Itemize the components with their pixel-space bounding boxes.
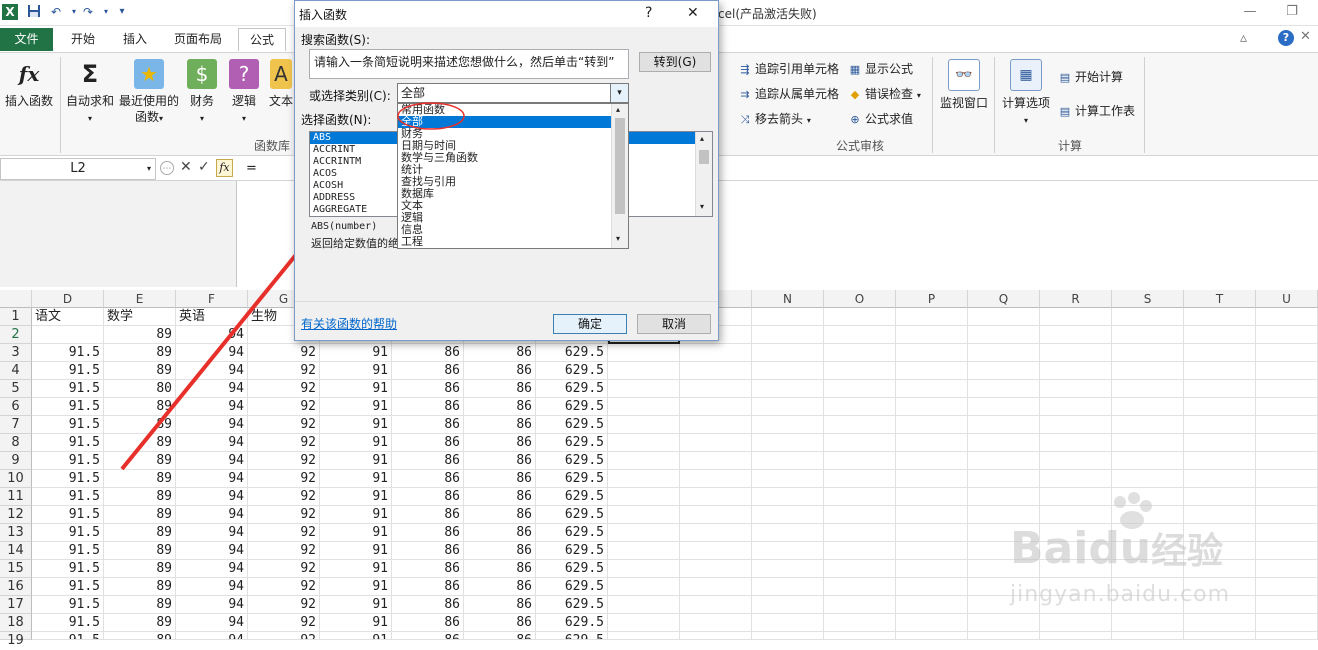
baidu-watermark: Baidu经验 jingyan.baidu.com	[1010, 490, 1310, 630]
category-option[interactable]: 文本	[398, 200, 628, 212]
function-description: 返回给定数值的绝	[311, 237, 399, 250]
insert-function-dialog: 插入函数 ? ✕ 搜索函数(S): 请输入一条简短说明来描述您想做什么，然后单击…	[294, 0, 719, 341]
chevron-down-icon[interactable]: ▾	[616, 234, 620, 243]
category-option[interactable]: 工程	[398, 236, 628, 248]
search-input[interactable]: 请输入一条简短说明来描述您想做什么，然后单击“转到”	[309, 49, 629, 79]
cancel-button[interactable]: 取消	[637, 314, 711, 334]
divider	[295, 301, 718, 302]
category-dropdown-scrollbar[interactable]: ▴ ▾	[611, 104, 628, 248]
chevron-down-icon[interactable]: ▾	[610, 84, 628, 102]
dialog-titlebar: 插入函数 ? ✕	[295, 1, 718, 27]
function-list-scrollbar[interactable]: ▴ ▾	[695, 132, 712, 216]
watermark-brand-cn: 经验	[1151, 531, 1224, 572]
category-option[interactable]: 数学与三角函数	[398, 152, 628, 164]
category-value: 全部	[401, 86, 426, 100]
ok-button[interactable]: 确定	[553, 314, 627, 334]
dialog-close-button[interactable]: ✕	[687, 5, 699, 21]
scroll-thumb[interactable]	[615, 118, 625, 214]
help-link[interactable]: 有关该函数的帮助	[301, 315, 397, 332]
watermark-url: jingyan.baidu.com	[1010, 582, 1231, 607]
category-option[interactable]: 逻辑	[398, 212, 628, 224]
chevron-down-icon[interactable]: ▾	[700, 202, 704, 211]
go-button[interactable]: 转到(G)	[639, 52, 711, 72]
dialog-help-button[interactable]: ?	[645, 5, 652, 21]
function-signature: ABS(number)	[311, 221, 378, 232]
scroll-thumb[interactable]	[699, 150, 709, 164]
watermark-brand-2: du	[1088, 523, 1152, 574]
dialog-title: 插入函数	[299, 8, 348, 22]
chevron-up-icon[interactable]: ▴	[700, 134, 704, 143]
function-label: 选择函数(N):	[301, 113, 372, 127]
annotation-circle	[397, 102, 465, 130]
watermark-brand: Bai	[1010, 523, 1089, 574]
search-label: 搜索函数(S):	[301, 33, 371, 47]
chevron-up-icon[interactable]: ▴	[616, 105, 620, 114]
category-option[interactable]: 信息	[398, 224, 628, 236]
category-label: 或选择类别(C):	[309, 89, 391, 103]
category-option[interactable]: 数据库	[398, 188, 628, 200]
